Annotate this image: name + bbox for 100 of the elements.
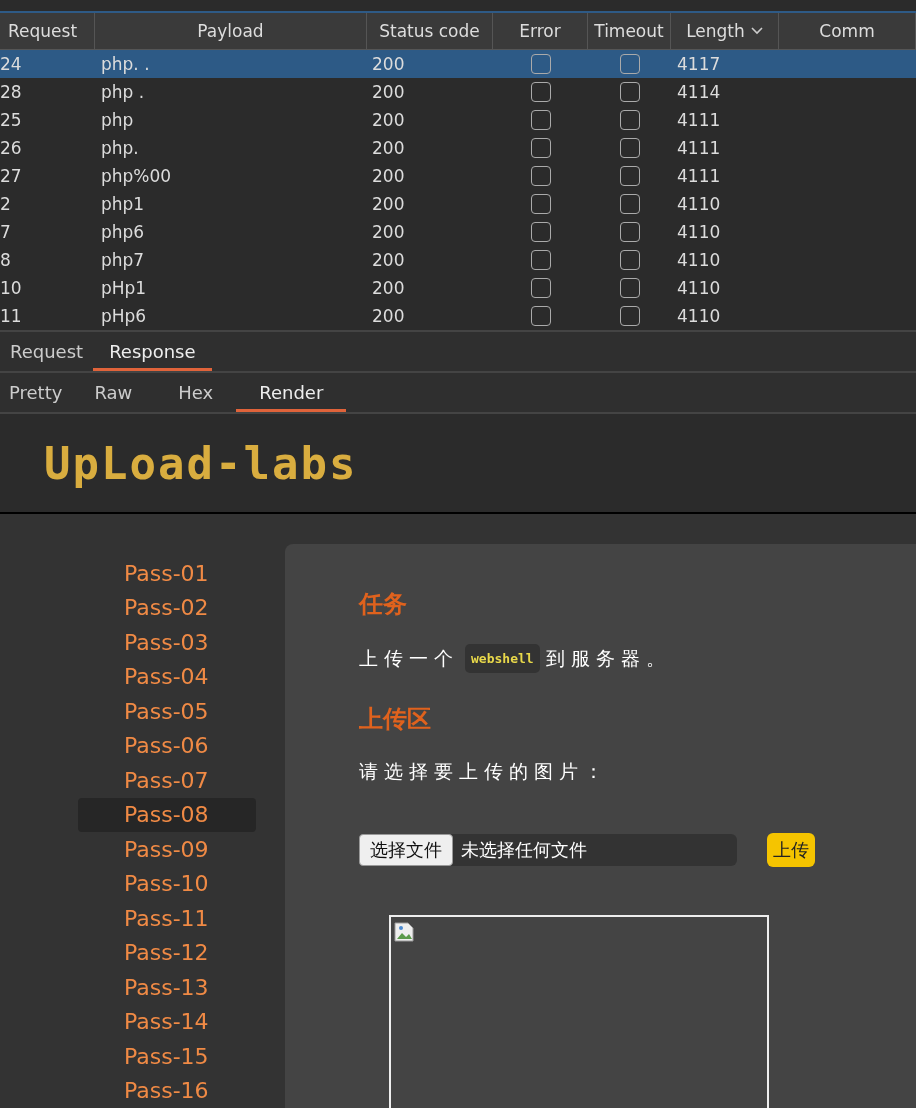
checkbox[interactable] bbox=[619, 194, 640, 214]
sidebar-link[interactable]: Pass-01 bbox=[78, 556, 256, 591]
checkbox[interactable] bbox=[530, 166, 551, 186]
table-cell: 2 bbox=[0, 194, 11, 214]
sidebar-link[interactable]: Pass-10 bbox=[78, 866, 256, 901]
checkbox[interactable] bbox=[619, 54, 640, 74]
tab[interactable]: Request bbox=[0, 341, 94, 371]
column-header[interactable]: Error bbox=[493, 13, 588, 49]
column-header[interactable]: Comm bbox=[779, 13, 916, 49]
checkbox[interactable] bbox=[619, 166, 640, 186]
table-cell: 200 bbox=[372, 278, 405, 298]
table-cell: pHp6 bbox=[101, 306, 147, 326]
table-cell: 200 bbox=[372, 250, 405, 270]
checkbox[interactable] bbox=[619, 250, 640, 270]
table-cell: 11 bbox=[0, 306, 22, 326]
upload-button[interactable]: 上传 bbox=[767, 833, 815, 867]
checkbox[interactable] bbox=[619, 138, 640, 158]
checkbox[interactable] bbox=[619, 110, 640, 130]
checkbox[interactable] bbox=[530, 110, 551, 130]
sidebar-link[interactable]: Pass-03 bbox=[78, 625, 256, 660]
checkbox[interactable] bbox=[619, 222, 640, 242]
table-cell: php bbox=[101, 110, 134, 130]
table-cell: 200 bbox=[372, 138, 405, 158]
table-cell: php6 bbox=[101, 222, 145, 242]
table-cell: 7 bbox=[0, 222, 11, 242]
checkbox[interactable] bbox=[530, 250, 551, 270]
sidebar-link[interactable]: Pass-05 bbox=[78, 694, 256, 729]
table-cell: 28 bbox=[0, 82, 22, 102]
checkbox[interactable] bbox=[619, 306, 640, 326]
table-cell: 4111 bbox=[677, 138, 721, 158]
column-header[interactable]: Request bbox=[0, 13, 95, 49]
checkbox[interactable] bbox=[530, 194, 551, 214]
checkbox[interactable] bbox=[530, 54, 551, 74]
checkbox[interactable] bbox=[619, 278, 640, 298]
code-snippet: webshell bbox=[465, 644, 540, 673]
checkbox[interactable] bbox=[530, 278, 551, 298]
sidebar-link[interactable]: Pass-08 bbox=[78, 797, 256, 832]
table-cell: 26 bbox=[0, 138, 22, 158]
table-cell: 27 bbox=[0, 166, 22, 186]
prompt-text: 请选择要上传的图片： bbox=[359, 760, 609, 782]
table-cell: php . bbox=[101, 82, 145, 102]
sidebar-link[interactable]: Pass-14 bbox=[78, 1004, 256, 1039]
section-heading: 上传区 bbox=[359, 704, 432, 735]
table-cell: 4110 bbox=[677, 278, 721, 298]
sidebar-link[interactable]: Pass-11 bbox=[78, 901, 256, 936]
checkbox[interactable] bbox=[530, 306, 551, 326]
column-header[interactable]: Payload bbox=[95, 13, 367, 49]
checkbox[interactable] bbox=[619, 82, 640, 102]
sidebar-link[interactable]: Pass-06 bbox=[78, 728, 256, 763]
sidebar-link[interactable]: Pass-02 bbox=[78, 590, 256, 625]
table-cell: 4111 bbox=[677, 110, 721, 130]
result-row[interactable]: 24 php. . 200 4117 bbox=[0, 50, 916, 78]
table-cell: php. bbox=[101, 138, 139, 158]
sidebar-link[interactable]: Pass-16 bbox=[78, 1073, 256, 1108]
table-cell: 4110 bbox=[677, 250, 721, 270]
table-cell: 4117 bbox=[677, 54, 721, 74]
sidebar-link[interactable]: Pass-07 bbox=[78, 763, 256, 798]
checkbox[interactable] bbox=[530, 222, 551, 242]
sidebar-link[interactable]: Pass-15 bbox=[78, 1039, 256, 1074]
table-cell: 10 bbox=[0, 278, 22, 298]
table-cell: php7 bbox=[101, 250, 145, 270]
table-cell: 200 bbox=[372, 54, 405, 74]
choose-file-button[interactable]: 选择文件 bbox=[359, 834, 453, 866]
column-header[interactable]: Status code bbox=[367, 13, 493, 49]
table-cell: 200 bbox=[372, 82, 405, 102]
task-text: 上传一个 bbox=[359, 645, 459, 671]
table-cell: 24 bbox=[0, 54, 22, 74]
table-cell: php. . bbox=[101, 54, 150, 74]
table-cell: 200 bbox=[372, 166, 405, 186]
sidebar-link[interactable]: Pass-13 bbox=[78, 970, 256, 1005]
table-cell: 200 bbox=[372, 306, 405, 326]
section-heading: 任务 bbox=[359, 589, 408, 620]
table-cell: 25 bbox=[0, 110, 22, 130]
table-cell: 8 bbox=[0, 250, 11, 270]
checkbox[interactable] bbox=[530, 82, 551, 102]
tab[interactable]: Raw bbox=[71, 382, 156, 412]
table-cell: pHp1 bbox=[101, 278, 147, 298]
tab[interactable]: Hex bbox=[155, 382, 237, 412]
table-cell: php%00 bbox=[101, 166, 172, 186]
table-cell: php1 bbox=[101, 194, 145, 214]
table-cell: 200 bbox=[372, 222, 405, 242]
sidebar-link[interactable]: Pass-12 bbox=[78, 935, 256, 970]
table-cell: 200 bbox=[372, 110, 405, 130]
table-cell: 4110 bbox=[677, 222, 721, 242]
table-cell: 4114 bbox=[677, 82, 721, 102]
checkbox[interactable] bbox=[530, 138, 551, 158]
task-text: 到服务器。 bbox=[545, 645, 671, 671]
sidebar-link[interactable]: Pass-04 bbox=[78, 659, 256, 694]
column-header[interactable]: Length bbox=[671, 13, 779, 49]
column-header[interactable]: Timeout bbox=[588, 13, 671, 49]
broken-image-icon bbox=[393, 921, 415, 943]
site-logo: UpLoad-labs bbox=[44, 437, 358, 489]
table-cell: 200 bbox=[372, 194, 405, 214]
table-cell: 4110 bbox=[677, 306, 721, 326]
table-cell: 4111 bbox=[677, 166, 721, 186]
sidebar-link[interactable]: Pass-09 bbox=[78, 832, 256, 867]
file-input[interactable]: 选择文件 未选择任何文件 bbox=[359, 834, 737, 866]
tab[interactable]: Pretty bbox=[0, 382, 72, 412]
table-cell: 4110 bbox=[677, 194, 721, 214]
file-status: 未选择任何文件 bbox=[461, 838, 587, 862]
